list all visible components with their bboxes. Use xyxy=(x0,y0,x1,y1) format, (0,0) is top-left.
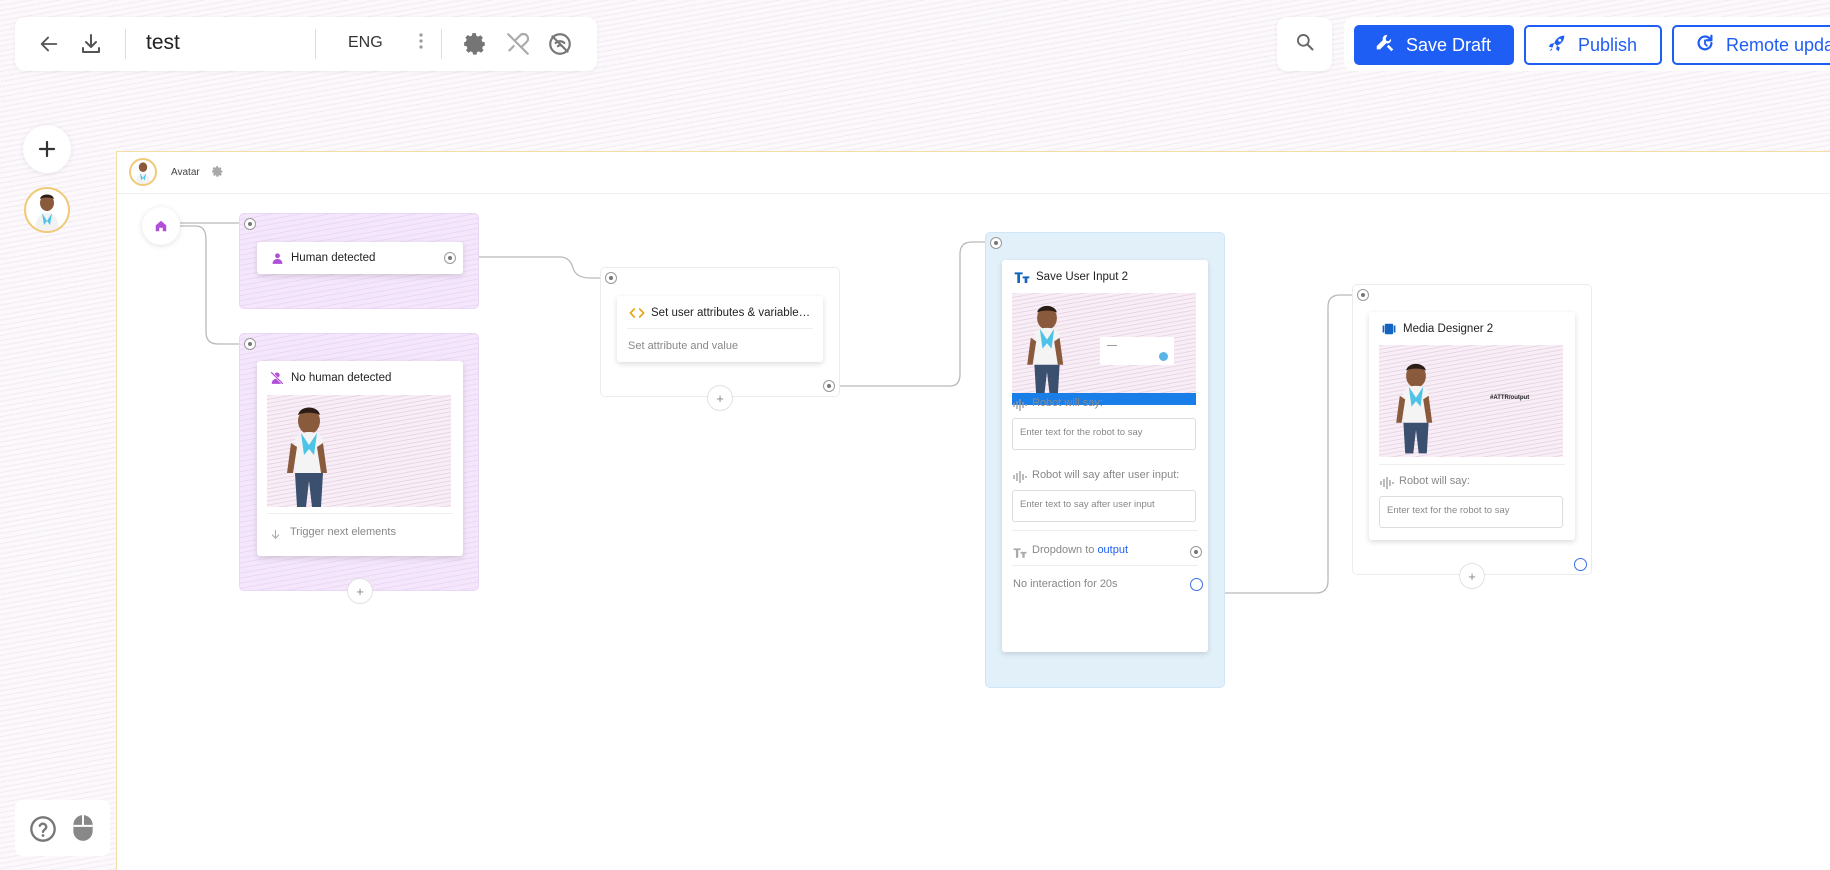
node-title: No human detected xyxy=(291,372,392,384)
divider xyxy=(267,513,453,514)
add-element-button[interactable]: + xyxy=(1459,563,1485,589)
toolbar-divider xyxy=(125,29,126,59)
output-port[interactable] xyxy=(1190,546,1202,558)
language-selector[interactable]: ENG xyxy=(348,34,383,52)
divider xyxy=(1012,565,1198,566)
input-port[interactable] xyxy=(244,338,256,350)
output-port[interactable] xyxy=(444,252,456,264)
flow-title[interactable]: test xyxy=(146,31,180,55)
save-user-input-card[interactable]: Save User Input 2 Robot will say: Enter … xyxy=(1002,260,1208,652)
start-node[interactable] xyxy=(142,207,180,245)
gear-icon[interactable] xyxy=(461,30,489,58)
media-designer-card[interactable]: Media Designer 2 #ATTR/output Robot will… xyxy=(1369,312,1575,540)
input-port[interactable] xyxy=(990,237,1002,249)
save-draft-button[interactable]: Save Draft xyxy=(1354,25,1514,65)
publish-button[interactable]: Publish xyxy=(1524,25,1662,65)
divider xyxy=(1012,530,1198,531)
remote-update-button[interactable]: Remote update xyxy=(1672,25,1830,65)
divider xyxy=(627,328,813,329)
robot-say-label: Robot will say: xyxy=(1032,397,1103,409)
after-input-field[interactable]: Enter text to say after user input xyxy=(1012,490,1196,522)
trigger-next-label: Trigger next elements xyxy=(290,526,396,538)
node-title: Set user attributes & variable… xyxy=(651,307,811,319)
timeout-port[interactable] xyxy=(1190,578,1203,591)
output-port[interactable] xyxy=(823,380,835,392)
sound-wave-icon xyxy=(1013,470,1027,488)
input-port[interactable] xyxy=(605,272,617,284)
node-title: Human detected xyxy=(291,252,376,264)
arrow-down-icon xyxy=(270,527,281,545)
set-attributes-card[interactable]: Set user attributes & variable… Set attr… xyxy=(617,296,823,362)
search-button[interactable] xyxy=(1277,17,1332,71)
code-icon xyxy=(629,305,645,321)
no-human-detected-card[interactable]: No human detected Trigger next elements xyxy=(257,361,463,556)
arrow-left-icon[interactable] xyxy=(35,30,63,58)
top-toolbar: test ENG xyxy=(15,17,597,71)
node-title: Save User Input 2 xyxy=(1036,271,1129,283)
canvas-header: Avatar xyxy=(117,152,1830,194)
add-element-button[interactable]: + xyxy=(347,578,373,604)
text-type-icon xyxy=(1013,545,1027,563)
gear-icon[interactable] xyxy=(211,165,224,183)
action-buttons: Save Draft Publish Remote update xyxy=(1344,17,1830,71)
publish-label: Publish xyxy=(1578,34,1638,55)
mouse-icon[interactable] xyxy=(70,813,96,848)
canvas-title: Avatar xyxy=(171,167,200,178)
input-port[interactable] xyxy=(244,218,256,230)
sound-wave-icon xyxy=(1380,476,1394,494)
tools-icon xyxy=(1374,32,1406,59)
input-preview-image xyxy=(1012,293,1196,405)
no-wifi-icon[interactable] xyxy=(546,30,574,58)
set-attributes-group[interactable]: Set user attributes & variable… Set attr… xyxy=(600,267,840,411)
add-flow-button[interactable] xyxy=(23,125,71,173)
download-icon[interactable] xyxy=(77,30,105,58)
toolbar-divider xyxy=(441,29,442,59)
person-off-icon xyxy=(269,370,285,386)
save-user-input-group[interactable]: Save User Input 2 Robot will say: Enter … xyxy=(985,232,1225,688)
divider xyxy=(1379,464,1565,465)
help-controls xyxy=(15,800,110,856)
add-element-button[interactable]: + xyxy=(707,385,733,411)
human-detected-card[interactable]: Human detected xyxy=(257,242,463,274)
sound-wave-icon xyxy=(1013,398,1027,416)
input-port[interactable] xyxy=(1357,289,1369,301)
dropdown-route[interactable]: Dropdown to output xyxy=(1032,544,1128,556)
save-draft-label: Save Draft xyxy=(1406,34,1492,55)
after-input-label: Robot will say after user input: xyxy=(1032,469,1180,481)
refresh-icon xyxy=(1694,32,1726,59)
home-icon xyxy=(155,220,167,232)
text-type-icon xyxy=(1014,269,1030,285)
avatar xyxy=(129,158,157,186)
person-icon xyxy=(269,250,285,266)
robot-say-label: Robot will say: xyxy=(1399,475,1470,487)
avatar-preview-image xyxy=(267,395,451,507)
robot-say-input[interactable]: Enter text for the robot to say xyxy=(1012,418,1196,450)
dropdown-target: output xyxy=(1097,544,1129,556)
remote-update-label: Remote update xyxy=(1726,34,1830,55)
media-preview-image: #ATTR/output xyxy=(1379,345,1563,457)
no-human-detected-group[interactable]: No human detected Trigger next elements … xyxy=(239,333,479,604)
toolbar-divider xyxy=(315,29,316,59)
media-icon xyxy=(1381,321,1397,337)
human-detected-group[interactable]: Human detected xyxy=(239,213,479,309)
help-circle-icon[interactable] xyxy=(29,815,57,848)
node-title: Media Designer 2 xyxy=(1403,323,1494,335)
plus-icon xyxy=(38,140,56,158)
more-options-icon[interactable] xyxy=(419,33,423,49)
timeout-port[interactable] xyxy=(1574,558,1587,571)
robot-say-input[interactable]: Enter text for the robot to say xyxy=(1379,496,1563,528)
dropdown-prefix: Dropdown to xyxy=(1032,544,1095,556)
no-interaction-label: No interaction for 20s xyxy=(1013,578,1118,590)
unlink-icon[interactable] xyxy=(504,30,532,58)
media-overlay-text: #ATTR/output xyxy=(1490,395,1530,401)
rocket-icon xyxy=(1546,32,1578,59)
search-icon xyxy=(1295,32,1315,57)
node-subtitle: Set attribute and value xyxy=(628,340,739,352)
avatar[interactable] xyxy=(24,187,70,233)
media-designer-group[interactable]: Media Designer 2 #ATTR/output Robot will… xyxy=(1352,284,1592,589)
avatar-figure-icon xyxy=(35,194,59,231)
